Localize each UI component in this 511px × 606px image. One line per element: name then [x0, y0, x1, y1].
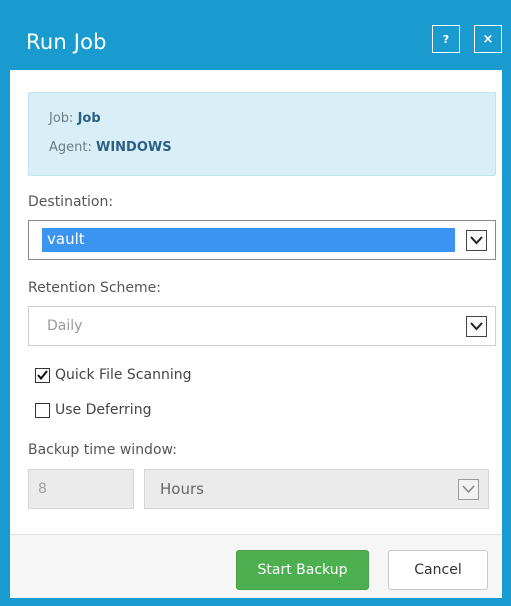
job-value: Job: [77, 111, 101, 126]
chevron-down-icon: [458, 479, 479, 500]
backup-time-window-label: Backup time window:: [28, 442, 177, 458]
job-info-line: Job: Job: [49, 111, 101, 126]
agent-label: Agent:: [49, 140, 92, 155]
retention-label: Retention Scheme:: [28, 280, 161, 296]
quick-file-scanning-checkbox[interactable]: [35, 367, 50, 383]
quick-file-scanning-label[interactable]: Quick File Scanning: [55, 367, 191, 383]
use-deferring-checkbox[interactable]: [35, 402, 50, 418]
dialog-footer: Start Backup Cancel: [10, 534, 502, 598]
use-deferring-option[interactable]: Use Deferring: [35, 402, 151, 418]
retention-select[interactable]: Daily: [28, 306, 496, 346]
time-window-unit-select: Hours: [144, 469, 489, 509]
agent-info-line: Agent: WINDOWS: [49, 140, 172, 155]
dialog-title: Run Job: [26, 30, 107, 54]
chevron-down-icon[interactable]: [466, 230, 487, 251]
time-window-value-input: 8: [28, 469, 134, 509]
job-info-box: Job: Job Agent: WINDOWS: [28, 92, 496, 176]
destination-select[interactable]: vault: [28, 220, 496, 260]
destination-label: Destination:: [28, 194, 114, 210]
help-button[interactable]: ?: [432, 25, 460, 53]
checkmark-icon: [37, 370, 48, 380]
retention-selected-value: Daily: [47, 318, 83, 334]
dialog-body: Job: Job Agent: WINDOWS Destination: vau…: [10, 70, 502, 534]
chevron-down-icon[interactable]: [466, 316, 487, 337]
close-button[interactable]: ×: [474, 25, 502, 53]
quick-file-scanning-option[interactable]: Quick File Scanning: [35, 367, 191, 383]
run-job-dialog: Run Job ? × Job: Job Agent: WINDOWS Dest…: [0, 0, 511, 606]
agent-value: WINDOWS: [96, 140, 172, 155]
destination-selected-value: vault: [42, 228, 455, 252]
start-backup-button[interactable]: Start Backup: [236, 550, 369, 590]
time-window-unit-value: Hours: [160, 480, 204, 498]
cancel-button[interactable]: Cancel: [388, 550, 488, 590]
use-deferring-label[interactable]: Use Deferring: [55, 402, 151, 418]
job-label: Job:: [49, 111, 74, 126]
